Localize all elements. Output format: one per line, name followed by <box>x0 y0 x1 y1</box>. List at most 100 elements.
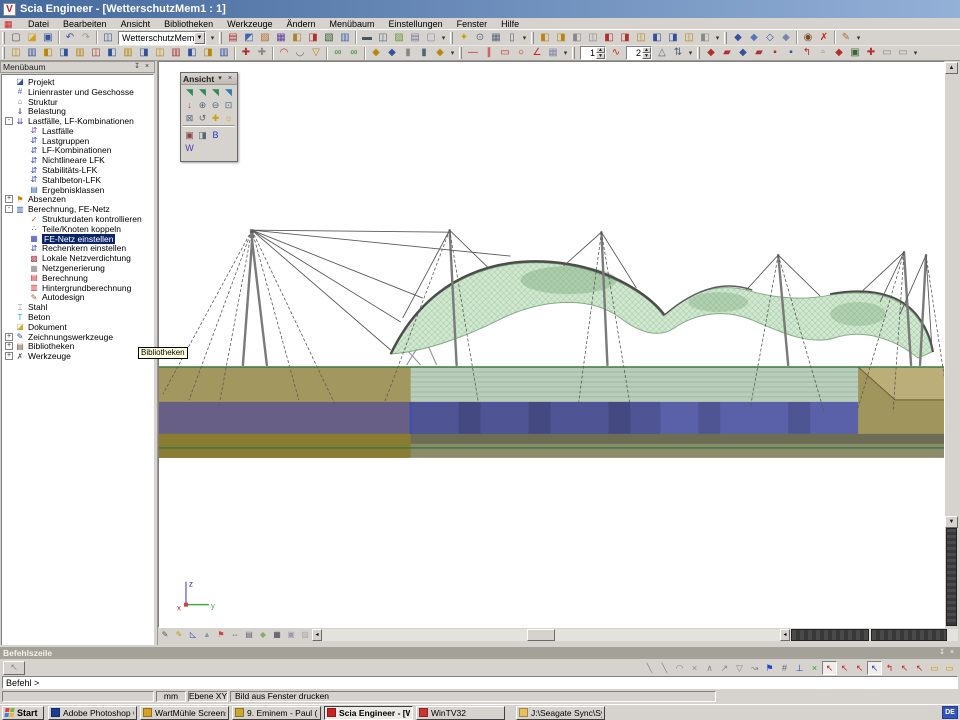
more-icon[interactable]: ▾ <box>854 34 863 42</box>
filter-icon[interactable]: ▥ <box>72 46 88 61</box>
view-axo-icon[interactable]: ◥ <box>222 85 235 98</box>
expand-toggle[interactable]: - <box>5 205 13 213</box>
taskbar-button[interactable]: WartMühle Screenshot2 ... <box>140 706 229 720</box>
document-window-icon[interactable]: ▦ <box>4 19 15 29</box>
shade-icon[interactable]: ▽ <box>308 46 324 61</box>
tree-item[interactable]: ▤ Ergebnisklassen <box>2 185 153 195</box>
snap-line-icon[interactable]: ╲ <box>657 661 672 675</box>
horizontal-scrollbar[interactable]: ◂ <box>322 629 958 641</box>
result-icon[interactable]: ✚ <box>863 46 879 61</box>
undo-icon[interactable]: ↶ <box>62 30 78 45</box>
clip-icon[interactable]: ✚ <box>238 46 254 61</box>
cleaner-icon[interactable]: ◨ <box>305 30 321 45</box>
expand-toggle[interactable]: + <box>5 342 13 350</box>
result-icon[interactable]: ◆ <box>735 46 751 61</box>
tree-item[interactable]: ⇵ Lastfälle <box>2 126 153 136</box>
snap-int-icon[interactable]: ↝ <box>747 661 762 675</box>
toolbar-grip[interactable] <box>2 47 5 59</box>
toolbar-grip[interactable] <box>2 32 5 44</box>
toolbar-grip[interactable] <box>219 32 222 44</box>
tree-item[interactable]: + ✗ Werkzeuge <box>2 351 153 361</box>
tree-item[interactable]: ▦ Netzgenerierung <box>2 263 153 273</box>
more-icon[interactable]: ▾ <box>520 34 529 42</box>
activity-icon[interactable]: ◨ <box>617 30 633 45</box>
scale-icon[interactable]: △ <box>654 46 670 61</box>
flag-icon[interactable]: ⚑ <box>214 629 228 641</box>
view-z-icon[interactable]: ◥ <box>209 85 222 98</box>
tree-item[interactable]: ⇵ Rechenkern einstellen <box>2 244 153 254</box>
brush-icon[interactable]: ✎ <box>838 30 854 45</box>
gallery-icon[interactable]: ▤ <box>407 30 423 45</box>
activity-icon[interactable]: ◫ <box>633 30 649 45</box>
close-icon[interactable]: × <box>225 74 235 84</box>
menu-item[interactable]: Menübaum <box>323 18 382 30</box>
wired-model-icon[interactable]: W <box>183 141 196 154</box>
rights-icon[interactable]: ✦ <box>456 30 472 45</box>
taskbar-button[interactable]: J:\Seagate Sync\SyncRe... <box>516 706 605 720</box>
tree-item[interactable]: ▥ Hintergrundberechnung <box>2 283 153 293</box>
activity-icon[interactable]: ◫ <box>585 30 601 45</box>
ortho-icon[interactable]: ⊥ <box>792 661 807 675</box>
text-box-icon[interactable]: ▯ <box>504 30 520 45</box>
snap-line-icon[interactable]: ╲ <box>642 661 657 675</box>
menu-item[interactable]: Hilfe <box>494 18 526 30</box>
cursor-mode-button[interactable]: ↖ <box>3 661 25 675</box>
view-cube-icon[interactable]: ◇ <box>762 30 778 45</box>
tree-item[interactable]: ◪ Dokument <box>2 322 153 332</box>
expand-toggle[interactable]: + <box>5 352 13 360</box>
result-icon[interactable]: ▰ <box>751 46 767 61</box>
close-window-icon[interactable]: ◫ <box>100 30 116 45</box>
tree-item[interactable]: ⇵ Stabilitäts-LFK <box>2 165 153 175</box>
scrollbar-thumb[interactable] <box>946 528 957 626</box>
image-export-icon[interactable]: ▨ <box>391 30 407 45</box>
filter-icon[interactable]: ◨ <box>136 46 152 61</box>
filter-icon[interactable]: ▥ <box>216 46 232 61</box>
result-icon[interactable]: ▭ <box>879 46 895 61</box>
tree-item[interactable]: ⇵ Nichtlineare LFK <box>2 155 153 165</box>
more-icon[interactable]: ▾ <box>439 34 448 42</box>
tree-item[interactable]: ⌂ Struktur <box>2 97 153 107</box>
result-icon[interactable]: ◆ <box>703 46 719 61</box>
save-icon[interactable]: ▣ <box>40 30 56 45</box>
project-icon[interactable]: ▤ <box>225 30 241 45</box>
more-icon[interactable]: ▾ <box>561 49 570 57</box>
view-params-icon[interactable]: ◨ <box>196 128 209 141</box>
result-icon[interactable]: ↰ <box>799 46 815 61</box>
zoom-factor-spinner[interactable]: 1 ▲▼ <box>580 46 606 60</box>
filter-icon[interactable]: ◫ <box>88 46 104 61</box>
scroll-down-icon[interactable]: ▼ <box>945 516 958 528</box>
select-add-icon[interactable]: ↖ <box>837 661 852 675</box>
tree-item[interactable]: ⇵ Lastgruppen <box>2 136 153 146</box>
select-all-icon[interactable]: ↖ <box>897 661 912 675</box>
filter-icon[interactable]: ◨ <box>200 46 216 61</box>
activity-icon[interactable]: ◧ <box>697 30 713 45</box>
new-icon[interactable]: ▢ <box>8 30 24 45</box>
scrollbar-dark-thumb[interactable] <box>791 629 869 641</box>
command-input[interactable]: Befehl > <box>2 676 958 689</box>
document-icon[interactable]: ▢ <box>423 30 439 45</box>
result-icon[interactable]: ▭ <box>895 46 911 61</box>
tree-item[interactable]: T Beton <box>2 312 153 322</box>
perspective-icon[interactable]: ◡ <box>292 46 308 61</box>
language-indicator[interactable]: DE <box>942 706 958 719</box>
coord-icon[interactable]: ◆ <box>368 46 384 61</box>
expand-toggle[interactable]: - <box>5 117 13 125</box>
tree-item[interactable]: ⇵ Stahlbeton-LFK <box>2 175 153 185</box>
activity-icon[interactable]: ◧ <box>537 30 553 45</box>
tree-item[interactable]: - ▥ Berechnung, FE-Netz <box>2 204 153 214</box>
tree-item[interactable]: ✓ Strukturdaten kontrollieren <box>2 214 153 224</box>
activity-icon[interactable]: ◨ <box>553 30 569 45</box>
pan-icon[interactable]: ✚ <box>209 111 222 124</box>
tree-item[interactable]: ⌶ Stahl <box>2 302 153 312</box>
ratio-icon[interactable]: ⇅ <box>670 46 686 61</box>
zoom-previous-icon[interactable]: ↺ <box>196 111 209 124</box>
light-icon[interactable]: ☼ <box>222 111 235 124</box>
delete-icon[interactable]: ✗ <box>816 30 832 45</box>
table-icon[interactable]: ▥ <box>337 30 353 45</box>
layers-icon[interactable]: ▧ <box>321 30 337 45</box>
draw-line-icon[interactable]: — <box>465 46 481 61</box>
scroll-up-icon[interactable]: ▲ <box>945 62 958 74</box>
selection-save-icon[interactable]: ▭ <box>927 661 942 675</box>
hidden-icon[interactable]: ▨ <box>298 629 312 641</box>
combo-dropdown-icon[interactable]: ▼ <box>194 32 205 44</box>
